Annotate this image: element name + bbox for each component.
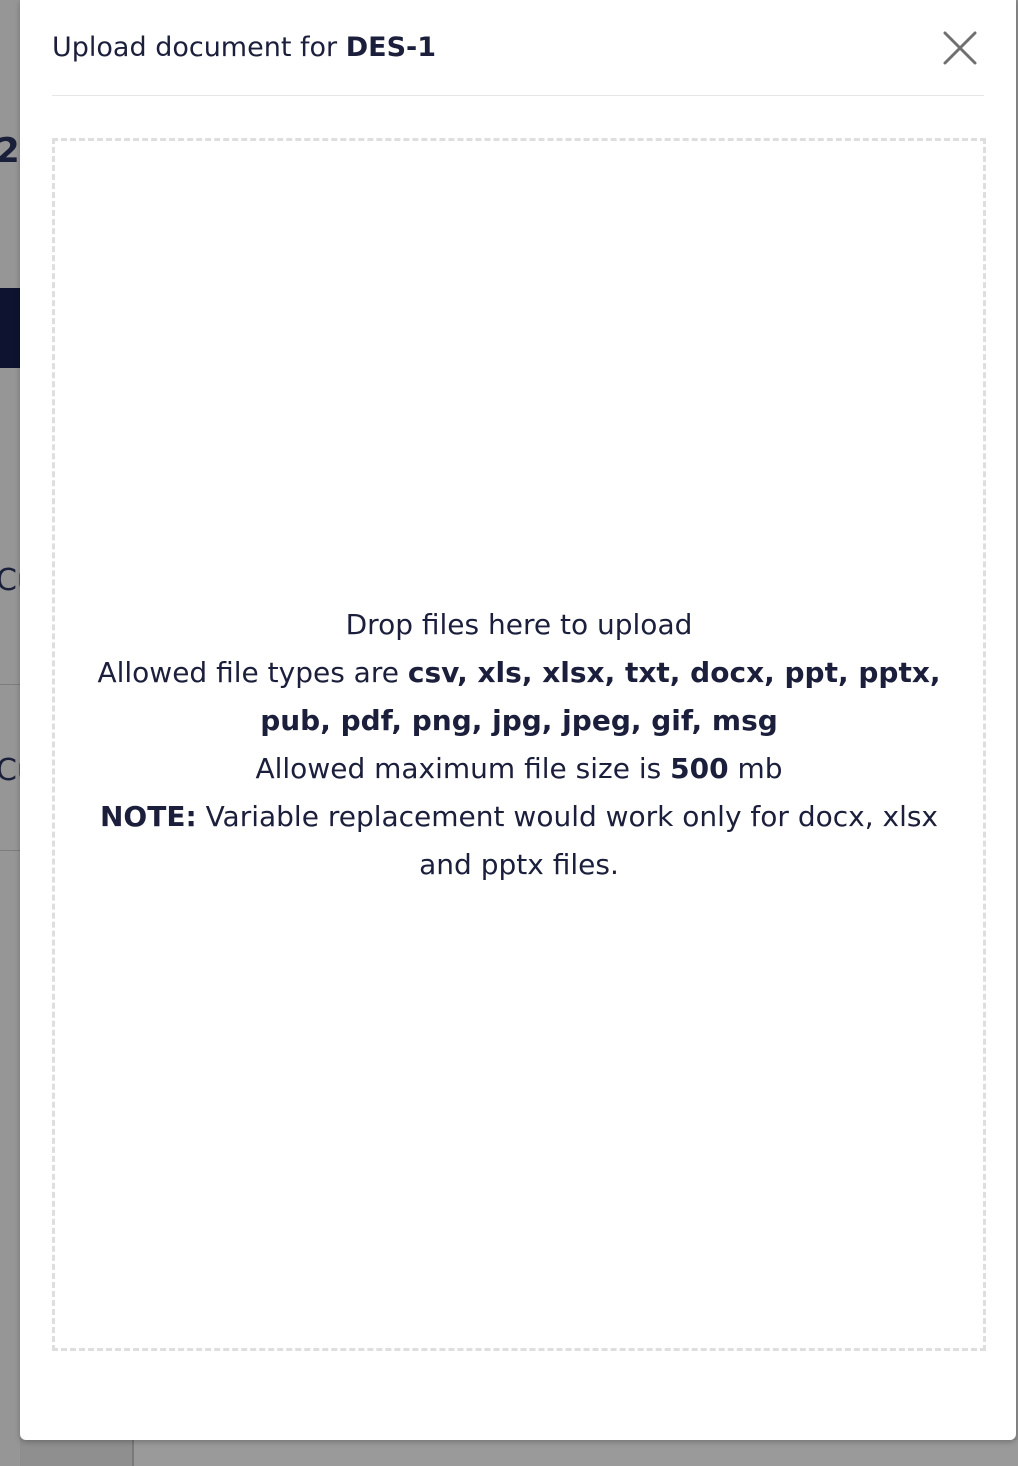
modal-title-id: DES-1 (345, 32, 437, 63)
allowed-types-prefix: Allowed file types are (97, 655, 399, 689)
background-page (0, 0, 20, 1466)
modal-header: Upload document for DES-1 (52, 0, 984, 96)
max-size-unit: mb (737, 751, 783, 785)
modal-title: Upload document for DES-1 (52, 32, 436, 63)
dropzone-heading: Drop files here to upload (345, 607, 693, 641)
max-size-line: Allowed maximum file size is 500 mb (79, 745, 959, 793)
close-icon (943, 31, 977, 64)
file-dropzone[interactable]: Drop files here to upload Allowed file t… (52, 138, 986, 1351)
upload-document-modal: Upload document for DES-1 Drop files her… (20, 0, 1016, 1440)
background-dark-button (0, 288, 20, 368)
note-label: NOTE: (99, 799, 197, 833)
background-panel (132, 1440, 1018, 1466)
close-button[interactable] (940, 28, 980, 68)
dropzone-instructions: Drop files here to upload Allowed file t… (79, 601, 959, 889)
note-text: Variable replacement would work only for… (205, 799, 939, 881)
max-size-value: 500 (670, 751, 729, 785)
background-divider (0, 850, 20, 851)
max-size-prefix: Allowed maximum file size is (255, 751, 662, 785)
note-line: NOTE: Variable replacement would work on… (79, 793, 959, 889)
modal-title-prefix: Upload document for (52, 32, 338, 63)
background-divider (0, 684, 20, 685)
